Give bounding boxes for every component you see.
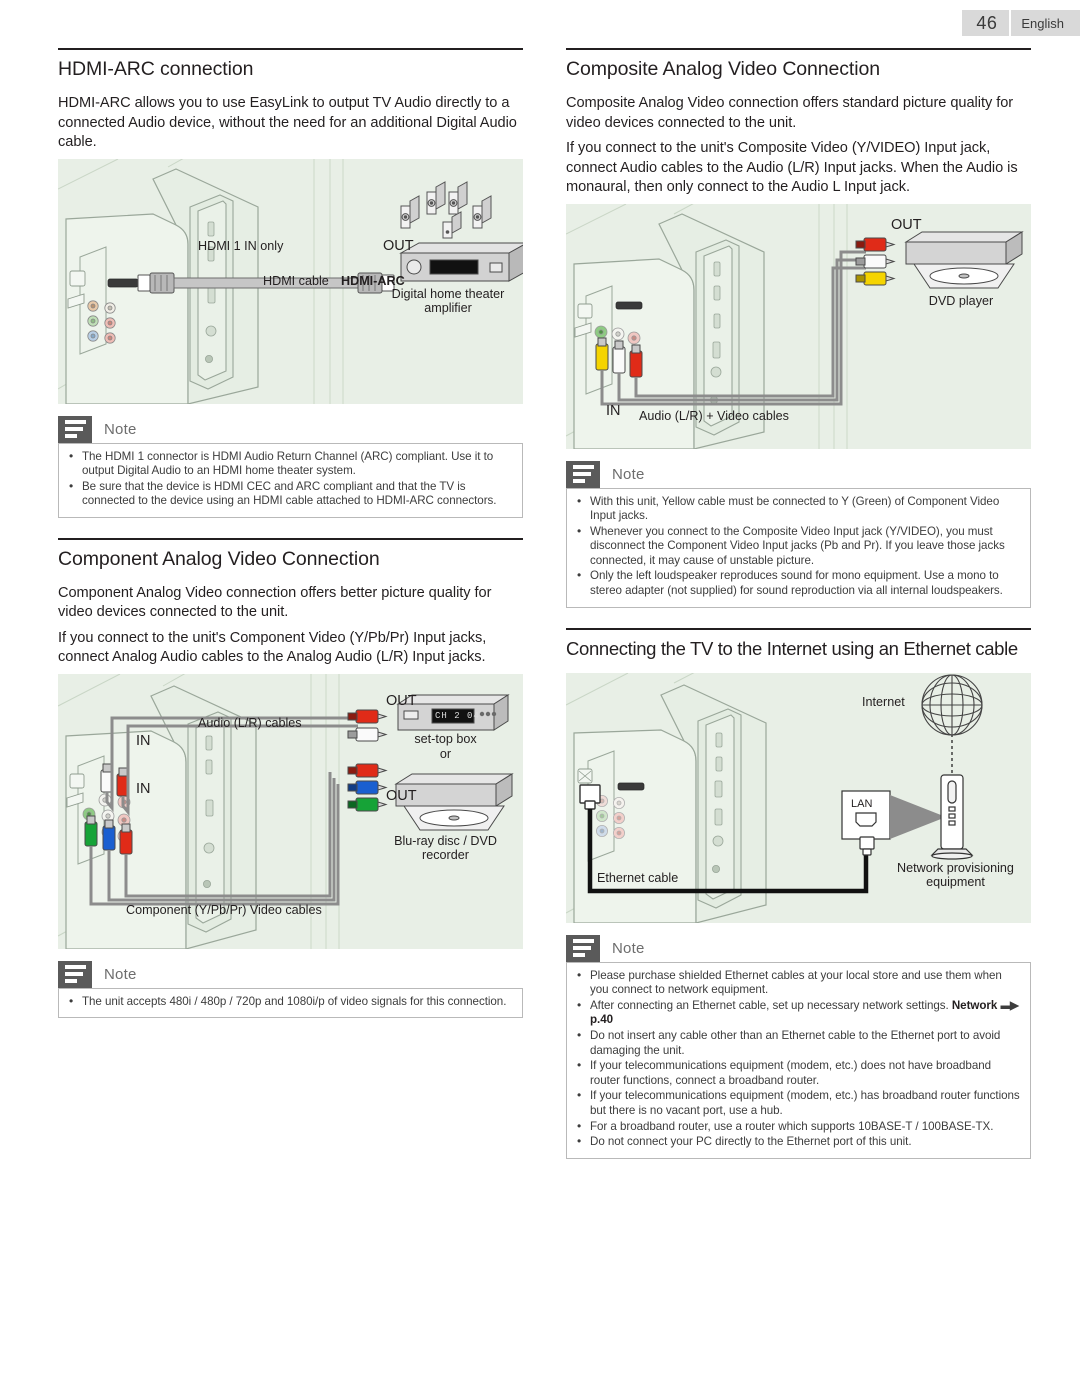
composite-diagram: OUT IN Audio (L/R) + Video cables DVD pl… (566, 203, 1031, 449)
section-divider (58, 537, 523, 540)
note-icon (58, 415, 92, 443)
label-recorder-line1: Blu-ray disc / DVD (394, 833, 497, 848)
page-title-composite: Composite Analog Video Connection (566, 58, 880, 80)
note-header: Note (58, 415, 523, 443)
note-item: Be sure that the device is HDMI CEC and … (65, 479, 512, 509)
note-body: The HDMI 1 connector is HDMI Audio Retur… (58, 442, 523, 518)
label-component-video-cables: Component (Y/Pb/Pr) Video cables (126, 902, 322, 917)
label-hdmi-cable: HDMI cable (263, 273, 329, 288)
note-header: Note (58, 960, 523, 988)
page-title-hdmi-arc: HDMI-ARC connection (58, 58, 254, 80)
left-column: HDMI-ARC connection HDMI-ARC allows you … (58, 48, 523, 1019)
page-number: 46 (962, 10, 1010, 36)
note-list: With this unit, Yellow cable must be con… (573, 493, 1020, 599)
section-composite-video: Composite Analog Video Connection Compos… (566, 48, 1031, 608)
label-recorder-line2: recorder (422, 847, 469, 862)
note-title: Note (612, 939, 645, 957)
page-header: 46 English (962, 10, 1080, 36)
composite-description-1: Composite Analog Video connection offers… (566, 95, 1014, 131)
label-npe-line2: equipment (926, 874, 985, 889)
label-audio-lr-cables: Audio (L/R) cables (198, 715, 302, 730)
note-network-text: After connecting an Ethernet cable, set … (590, 998, 949, 1012)
note-item: The unit accepts 480i / 480p / 720p and … (65, 994, 512, 1010)
note-box-component: Note The unit accepts 480i / 480p / 720p… (58, 960, 523, 1019)
label-set-top-box: set-top box (414, 731, 477, 746)
note-item: With this unit, Yellow cable must be con… (573, 493, 1020, 524)
section-divider (58, 48, 523, 50)
section-ethernet: Connecting the TV to the Internet using … (566, 627, 1031, 1159)
note-icon (566, 460, 600, 488)
note-item-network-ref: After connecting an Ethernet cable, set … (573, 998, 1020, 1028)
note-list: The unit accepts 480i / 480p / 720p and … (65, 994, 512, 1010)
note-header: Note (566, 460, 1031, 488)
label-hdmi-arc: HDMI-ARC (341, 273, 405, 288)
label-out-top: OUT (386, 692, 417, 709)
note-item: Do not connect your PC directly to the E… (573, 1134, 1020, 1150)
page-title-ethernet: Connecting the TV to the Internet using … (566, 637, 1018, 659)
note-list: Please purchase shielded Ethernet cables… (573, 968, 1020, 1150)
label-out-bottom: OUT (386, 787, 417, 804)
section-component-video: Component Analog Video Connection Compon… (58, 537, 523, 1019)
note-body: With this unit, Yellow cable must be con… (566, 487, 1031, 608)
note-icon (566, 934, 600, 962)
note-item: Please purchase shielded Ethernet cables… (573, 968, 1020, 998)
label-amplifier-line2: amplifier (424, 300, 472, 315)
page-title-component: Component Analog Video Connection (58, 547, 380, 570)
label-out-composite: OUT (891, 216, 922, 233)
label-in-composite: IN (606, 402, 621, 419)
label-hdmi-1-in-only: HDMI 1 IN only (198, 238, 284, 253)
label-npe-line1: Network provisioning (897, 860, 1014, 875)
ethernet-diagram: Internet LAN Ethernet cable Network prov… (566, 672, 1031, 923)
composite-description-2: If you connect to the unit's Composite V… (566, 140, 1018, 195)
label-ethernet-cable: Ethernet cable (597, 870, 679, 885)
note-item: Do not insert any cable other than an Et… (573, 1028, 1020, 1058)
note-item: If your telecommunications equipment (mo… (573, 1088, 1020, 1118)
note-item: For a broadband router, use a router whi… (573, 1119, 1020, 1135)
label-lan: LAN (851, 797, 873, 810)
note-body: The unit accepts 480i / 480p / 720p and … (58, 987, 523, 1019)
composite-illustration (566, 203, 1024, 449)
component-diagram: OUT OUT IN IN Audio (L/R) cables Compone… (58, 673, 523, 949)
label-in-bottom: IN (136, 780, 151, 797)
note-title: Note (104, 420, 137, 438)
note-box-composite: Note With this unit, Yellow cable must b… (566, 460, 1031, 608)
section-divider (566, 48, 1031, 50)
note-body: Please purchase shielded Ethernet cables… (566, 961, 1031, 1159)
label-dvd-player: DVD player (928, 293, 994, 308)
component-description-2: If you connect to the unit's Component V… (58, 629, 487, 666)
section-hdmi-arc: HDMI-ARC connection HDMI-ARC allows you … (58, 48, 523, 518)
note-item: Whenever you connect to the Composite Vi… (573, 524, 1020, 569)
label-composite-cables: Audio (L/R) + Video cables (639, 408, 789, 423)
right-column: Composite Analog Video Connection Compos… (566, 48, 1031, 1159)
note-list: The HDMI 1 connector is HDMI Audio Retur… (65, 448, 512, 509)
label-internet: Internet (862, 694, 905, 709)
note-page-ref: p.40 (590, 1013, 613, 1027)
section-divider (566, 627, 1031, 630)
hdmi-arc-description: HDMI-ARC allows you to use EasyLink to o… (58, 95, 517, 150)
set-top-box-display: CH 2 04 (435, 710, 480, 721)
label-amplifier-line1: Digital home theater (391, 286, 505, 301)
label-out-hdmi: OUT (383, 237, 414, 254)
hdmi-arc-diagram: HDMI 1 IN only HDMI cable HDMI-ARC OUT D… (58, 158, 523, 404)
note-title: Note (104, 965, 137, 983)
label-in-top: IN (136, 732, 151, 749)
label-or: or (439, 746, 452, 761)
note-box-hdmi-arc: Note The HDMI 1 connector is HDMI Audio … (58, 415, 523, 518)
note-box-ethernet: Note Please purchase shielded Ethernet c… (566, 934, 1031, 1159)
note-item: The HDMI 1 connector is HDMI Audio Retur… (65, 448, 512, 479)
note-network-bold: Network (951, 998, 998, 1012)
note-icon (58, 960, 92, 988)
page-language: English (1009, 10, 1080, 36)
note-item: Only the left loudspeaker reproduces sou… (573, 568, 1020, 598)
component-description-1: Component Analog Video connection offers… (58, 584, 492, 621)
page-ref-arrow-icon: ▬▶ (1000, 998, 1018, 1012)
note-title: Note (612, 465, 645, 483)
note-item: If your telecommunications equipment (mo… (573, 1058, 1020, 1088)
note-header: Note (566, 934, 1031, 962)
